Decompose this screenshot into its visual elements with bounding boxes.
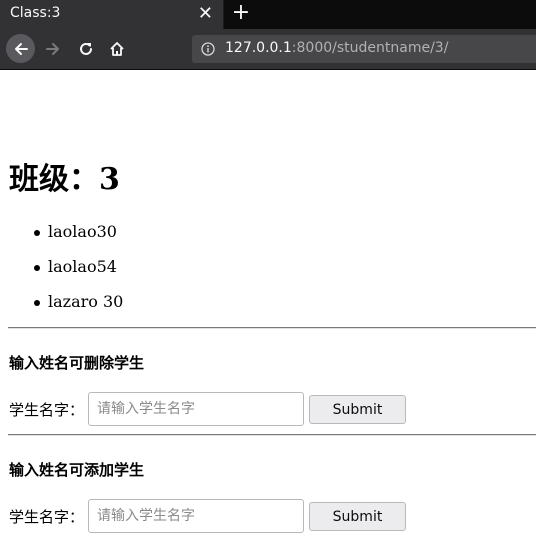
url-host: 127.0.0.1 <box>225 40 292 56</box>
divider <box>8 327 536 329</box>
tab-active[interactable]: Class:3 ✕ <box>0 0 224 29</box>
back-arrow-icon <box>14 42 28 55</box>
delete-name-label: 学生名字： <box>9 401 85 419</box>
list-item: laolao54 <box>33 255 123 290</box>
delete-submit-button[interactable]: Submit <box>309 395 406 424</box>
home-icon <box>110 42 124 56</box>
reload-button[interactable] <box>73 36 99 62</box>
plus-icon[interactable]: + <box>230 1 252 27</box>
add-name-input[interactable] <box>88 499 304 533</box>
divider <box>8 434 536 436</box>
student-list: laolao30 laolao54 lazaro 30 <box>33 220 123 325</box>
add-name-label: 学生名字： <box>9 508 85 526</box>
url-path: :8000/studentname/3/ <box>291 40 449 56</box>
forward-arrow-icon <box>46 43 59 55</box>
delete-name-input[interactable] <box>88 392 304 426</box>
list-item: lazaro 30 <box>33 290 123 325</box>
url-text[interactable]: 127.0.0.1:8000/studentname/3/ <box>225 40 448 56</box>
add-submit-button[interactable]: Submit <box>309 502 406 531</box>
tab-title: Class:3 <box>10 5 61 21</box>
close-icon[interactable]: ✕ <box>198 3 213 25</box>
navigation-toolbar: 127.0.0.1:8000/studentname/3/ <box>0 29 536 70</box>
info-icon[interactable] <box>201 42 215 56</box>
forward-button[interactable] <box>40 36 66 62</box>
list-item: laolao30 <box>33 220 123 255</box>
home-button[interactable] <box>104 36 130 62</box>
page-title: 班级：3 <box>9 162 120 197</box>
add-section-title: 输入姓名可添加学生 <box>9 461 145 479</box>
url-bar[interactable]: 127.0.0.1:8000/studentname/3/ <box>192 35 536 63</box>
back-button[interactable] <box>6 34 35 63</box>
reload-icon <box>80 42 92 55</box>
tab-strip: Class:3 ✕ + <box>0 0 536 29</box>
delete-section-title: 输入姓名可删除学生 <box>9 354 145 372</box>
